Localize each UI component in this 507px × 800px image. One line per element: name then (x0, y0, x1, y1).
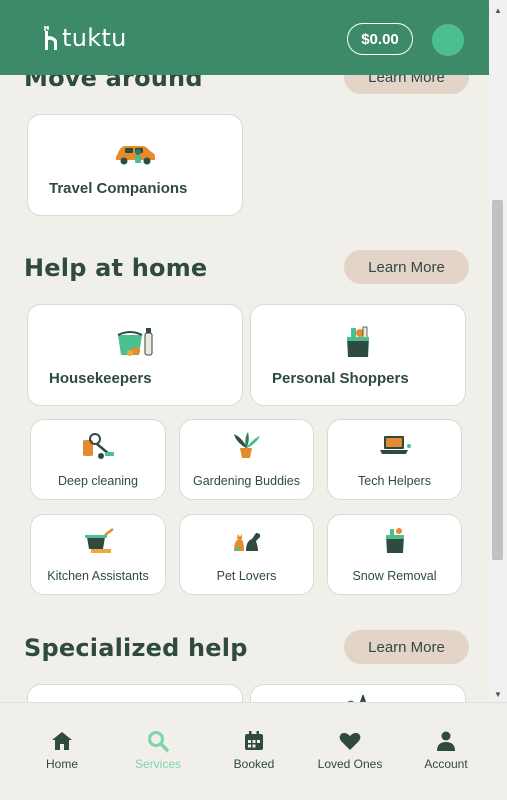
nav-booked[interactable]: Booked (206, 729, 302, 771)
section-title: Help at home (24, 254, 208, 282)
nav-account[interactable]: Account (398, 729, 494, 771)
card-label: Deep cleaning (58, 474, 138, 488)
card-travel-companions[interactable]: Travel Companions (27, 114, 243, 216)
card-label: Kitchen Assistants (47, 569, 149, 583)
scrollbar[interactable]: ▲ ▼ (489, 0, 507, 702)
cleaning-bucket-icon (117, 328, 153, 356)
card-pet-lovers[interactable]: Pet Lovers (179, 514, 314, 595)
card-snow-removal[interactable]: Snow Removal (327, 514, 462, 595)
card-specialized-1[interactable] (27, 684, 243, 702)
card-label: Tech Helpers (358, 474, 431, 488)
tuktu-logo[interactable]: tuktu (42, 24, 127, 52)
search-icon (148, 731, 169, 752)
card-label: Snow Removal (352, 569, 437, 583)
card-personal-shoppers[interactable]: Personal Shoppers (250, 304, 466, 406)
plant-icon (233, 432, 260, 458)
deer-logo-icon (44, 26, 57, 50)
section-title: Specialized help (24, 634, 248, 662)
logo-text: tuktu (62, 24, 127, 52)
grocery-bag-icon (347, 326, 369, 357)
section-specialized-help: Specialized help Learn More (24, 630, 469, 666)
nav-label: Account (424, 757, 468, 771)
balance-badge[interactable]: $0.00 (347, 23, 413, 55)
snow-bag-icon (385, 528, 404, 553)
car-icon (116, 146, 155, 165)
cooking-pot-icon (85, 528, 114, 553)
card-kitchen-assistants[interactable]: Kitchen Assistants (30, 514, 166, 595)
laptop-icon (379, 436, 411, 454)
vacuum-icon (83, 433, 114, 459)
scroll-down-arrow[interactable]: ▼ (493, 690, 503, 700)
specialized-icon (347, 695, 366, 702)
avatar[interactable] (432, 24, 464, 56)
learn-more-button[interactable]: Learn More (344, 630, 469, 664)
bottom-nav: Home Services Booked Loved Ones Account (0, 702, 507, 800)
card-label: Housekeepers (49, 370, 152, 387)
nav-label: Home (45, 757, 78, 771)
card-label: Gardening Buddies (192, 474, 301, 488)
scroll-up-arrow[interactable]: ▲ (493, 6, 503, 16)
section-help-at-home: Help at home Learn More (24, 250, 469, 286)
heart-icon (339, 732, 361, 750)
nav-label: Loved Ones (317, 757, 383, 771)
learn-more-button[interactable]: Learn More (344, 250, 469, 284)
app-header: tuktu $0.00 (0, 0, 489, 75)
nav-label: Booked (233, 757, 275, 771)
nav-label: Services (134, 757, 181, 771)
nav-home[interactable]: Home (14, 729, 110, 771)
nav-services[interactable]: Services (110, 729, 206, 771)
pets-icon (233, 533, 260, 551)
services-scroll-area[interactable]: Move around Learn More Travel Companions… (0, 0, 489, 702)
card-tech-helpers[interactable]: Tech Helpers (327, 419, 462, 500)
card-label: Travel Companions (49, 180, 188, 197)
calendar-icon (245, 731, 263, 750)
nav-loved-ones[interactable]: Loved Ones (302, 729, 398, 771)
card-housekeepers[interactable]: Housekeepers (27, 304, 243, 406)
home-icon (52, 732, 72, 750)
card-label: Pet Lovers (216, 569, 277, 583)
card-deep-cleaning[interactable]: Deep cleaning (30, 419, 166, 500)
person-icon (437, 731, 455, 751)
card-specialized-2[interactable] (250, 684, 466, 702)
card-gardening-buddies[interactable]: Gardening Buddies (179, 419, 314, 500)
card-label: Personal Shoppers (272, 370, 409, 387)
scroll-thumb[interactable] (492, 200, 503, 560)
